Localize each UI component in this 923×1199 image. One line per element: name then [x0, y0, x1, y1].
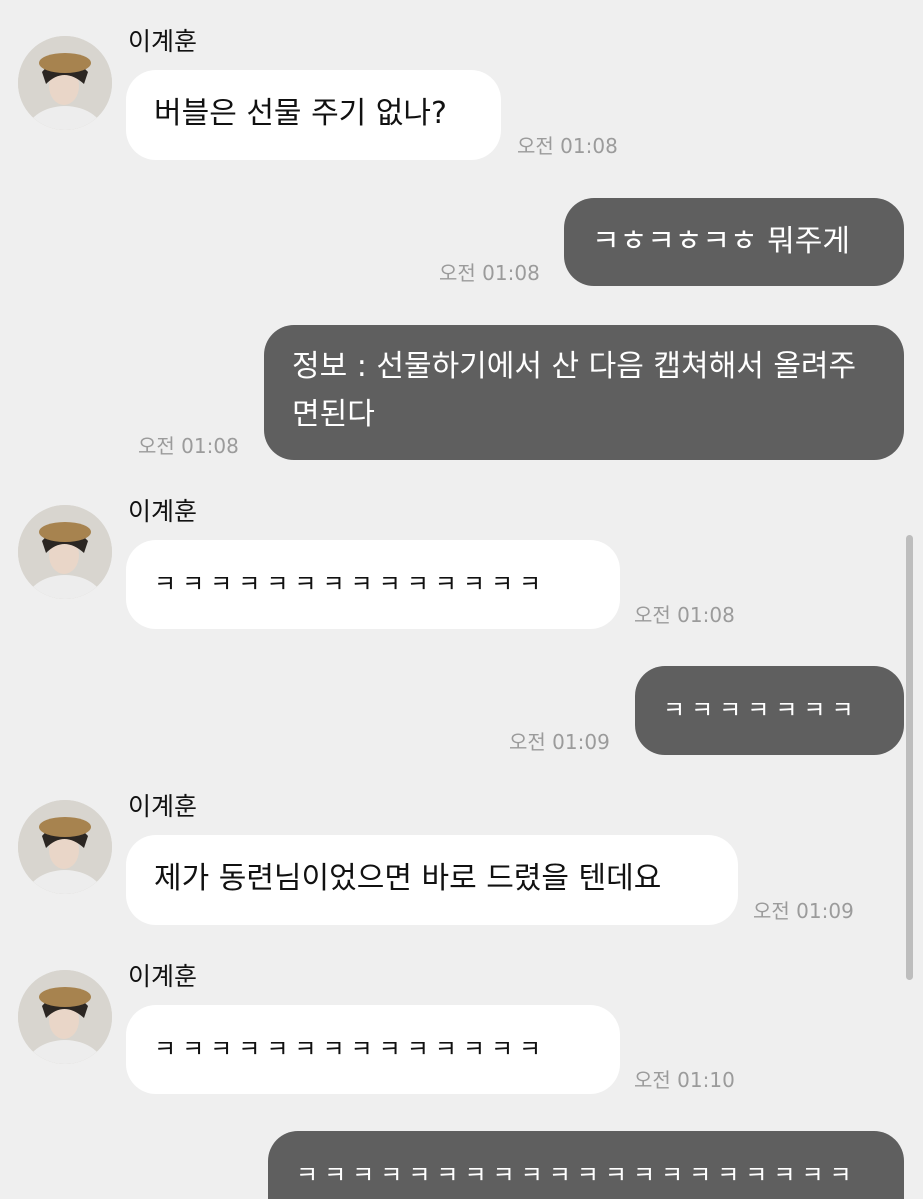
avatar-photo-icon: [18, 36, 112, 130]
sender-name: 이계훈: [128, 962, 198, 991]
avatar[interactable]: [18, 800, 112, 894]
avatar[interactable]: [18, 36, 112, 130]
scrollbar[interactable]: [906, 535, 913, 980]
avatar-photo-icon: [18, 970, 112, 1064]
message-bubble[interactable]: 정보 : 선물하기에서 산 다음 캡쳐해서 올려주면된다: [264, 325, 904, 460]
message-bubble[interactable]: ㅋㅋㅋㅋㅋㅋㅋ: [635, 666, 904, 755]
message-time: 오전 01:09: [509, 730, 610, 754]
message-bubble[interactable]: ㅋㅋㅋㅋㅋㅋㅋㅋㅋㅋㅋㅋㅋㅋ: [126, 1005, 620, 1094]
avatar-photo-icon: [18, 800, 112, 894]
message-bubble[interactable]: ㅋㅋㅋㅋㅋㅋㅋㅋㅋㅋㅋㅋㅋㅋ: [126, 540, 620, 629]
avatar[interactable]: [18, 505, 112, 599]
sender-name: 이계훈: [128, 792, 198, 821]
message-bubble[interactable]: 버블은 선물 주기 없나?: [126, 70, 501, 160]
avatar-photo-icon: [18, 505, 112, 599]
message-time: 오전 01:08: [634, 603, 735, 627]
message-time: 오전 01:08: [439, 261, 540, 285]
avatar[interactable]: [18, 970, 112, 1064]
message-time: 오전 01:08: [517, 134, 618, 158]
message-time: 오전 01:10: [634, 1068, 735, 1092]
message-bubble[interactable]: 제가 동련님이었으면 바로 드렸을 텐데요: [126, 835, 738, 925]
message-time: 오전 01:09: [753, 899, 854, 923]
message-bubble[interactable]: ㅋㅋㅋㅋㅋㅋㅋㅋㅋㅋㅋㅋㅋㅋㅋㅋㅋㅋㅋㅋ: [268, 1131, 904, 1199]
message-bubble[interactable]: ㅋㅎㅋㅎㅋㅎ 뭐주게: [564, 198, 904, 286]
sender-name: 이계훈: [128, 27, 198, 56]
chat-area: 이계훈 버블은 선물 주기 없나? 오전 01:08 ㅋㅎㅋㅎㅋㅎ 뭐주게 오전…: [0, 0, 923, 1199]
message-time: 오전 01:08: [138, 434, 239, 458]
sender-name: 이계훈: [128, 497, 198, 526]
